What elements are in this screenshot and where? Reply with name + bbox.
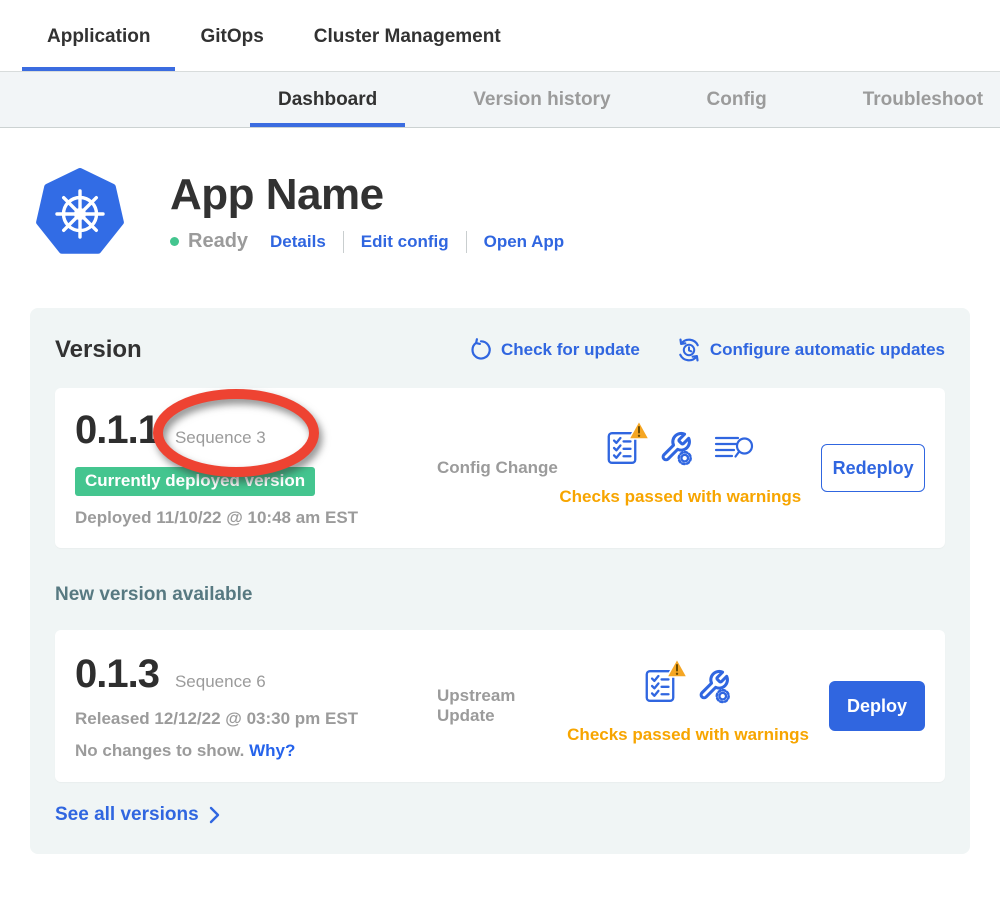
available-version-info: 0.1.3 Sequence 6 Released 12/12/22 @ 03:… bbox=[75, 652, 423, 761]
checks-status-text: Checks passed with warnings bbox=[559, 487, 801, 507]
app-status-row: Ready Details Edit config Open App bbox=[170, 230, 564, 253]
warning-triangle-icon bbox=[666, 658, 688, 678]
divider bbox=[466, 231, 467, 253]
current-version-sequence: Sequence 3 bbox=[175, 428, 266, 448]
chevron-right-icon bbox=[209, 806, 220, 824]
check-for-update-link[interactable]: Check for update bbox=[469, 338, 640, 362]
no-changes-note: No changes to show. Why? bbox=[75, 741, 423, 761]
tab-cluster-management[interactable]: Cluster Management bbox=[289, 24, 526, 71]
open-app-link[interactable]: Open App bbox=[484, 232, 565, 252]
current-version-number: 0.1.1 bbox=[75, 408, 159, 453]
see-all-versions-link[interactable]: See all versions bbox=[55, 804, 945, 826]
version-action-icons bbox=[644, 668, 732, 709]
primary-nav: Application GitOps Cluster Management bbox=[0, 0, 1000, 71]
configure-automatic-updates-label: Configure automatic updates bbox=[710, 340, 945, 360]
version-section: Version Check for update Configure bbox=[30, 308, 970, 854]
tab-dashboard[interactable]: Dashboard bbox=[250, 72, 405, 127]
new-version-heading: New version available bbox=[55, 584, 945, 606]
version-section-header: Version Check for update Configure bbox=[55, 336, 945, 364]
divider bbox=[343, 231, 344, 253]
why-link[interactable]: Why? bbox=[249, 741, 295, 760]
edit-config-icon[interactable] bbox=[658, 430, 694, 471]
checks-group: Checks passed with warnings bbox=[567, 668, 809, 745]
current-version-info: 0.1.1 Sequence 3 Currently deployed vers… bbox=[75, 408, 423, 528]
page-title: App Name bbox=[170, 170, 564, 220]
tab-troubleshoot[interactable]: Troubleshoot bbox=[835, 72, 1000, 127]
redeploy-button[interactable]: Redeploy bbox=[821, 444, 925, 492]
edit-config-icon[interactable] bbox=[696, 668, 732, 709]
kubernetes-logo-icon bbox=[36, 168, 124, 258]
available-version-card: 0.1.3 Sequence 6 Released 12/12/22 @ 03:… bbox=[55, 630, 945, 782]
preflight-checks-icon[interactable] bbox=[606, 430, 638, 471]
version-heading: Version bbox=[55, 336, 142, 364]
released-timestamp: Released 12/12/22 @ 03:30 pm EST bbox=[75, 709, 423, 729]
details-link[interactable]: Details bbox=[270, 232, 326, 252]
tab-gitops[interactable]: GitOps bbox=[175, 24, 288, 71]
warning-triangle-icon bbox=[628, 420, 650, 440]
tab-version-history[interactable]: Version history bbox=[445, 72, 638, 127]
app-header: App Name Ready Details Edit config Open … bbox=[36, 168, 1000, 258]
tab-config[interactable]: Config bbox=[679, 72, 795, 127]
version-action-icons bbox=[606, 430, 754, 471]
status-dot-icon bbox=[170, 237, 179, 246]
currently-deployed-badge: Currently deployed version bbox=[75, 467, 315, 496]
see-all-versions-label: See all versions bbox=[55, 804, 199, 826]
auto-update-icon bbox=[676, 337, 702, 363]
configure-automatic-updates-link[interactable]: Configure automatic updates bbox=[676, 337, 945, 363]
version-actions: Check for update Configure automatic upd… bbox=[469, 337, 945, 363]
current-version-card: 0.1.1 Sequence 3 Currently deployed vers… bbox=[55, 388, 945, 548]
edit-config-link[interactable]: Edit config bbox=[361, 232, 449, 252]
available-version-sequence: Sequence 6 bbox=[175, 672, 266, 692]
checks-status-text: Checks passed with warnings bbox=[567, 725, 809, 745]
deployed-timestamp: Deployed 11/10/22 @ 10:48 am EST bbox=[75, 508, 423, 528]
no-changes-text: No changes to show. bbox=[75, 741, 244, 760]
view-diff-icon[interactable] bbox=[714, 432, 754, 469]
check-for-update-label: Check for update bbox=[501, 340, 640, 360]
status-badge: Ready bbox=[188, 230, 248, 253]
preflight-checks-icon[interactable] bbox=[644, 668, 676, 709]
available-version-number: 0.1.3 bbox=[75, 652, 159, 697]
change-type-label: Config Change bbox=[437, 458, 559, 478]
checks-group: Checks passed with warnings bbox=[559, 430, 801, 507]
change-type-label: Upstream Update bbox=[437, 686, 567, 726]
refresh-icon bbox=[469, 338, 493, 362]
tab-application[interactable]: Application bbox=[22, 24, 175, 71]
app-sub-nav: Dashboard Version history Config Trouble… bbox=[0, 71, 1000, 128]
deploy-button[interactable]: Deploy bbox=[829, 681, 925, 731]
